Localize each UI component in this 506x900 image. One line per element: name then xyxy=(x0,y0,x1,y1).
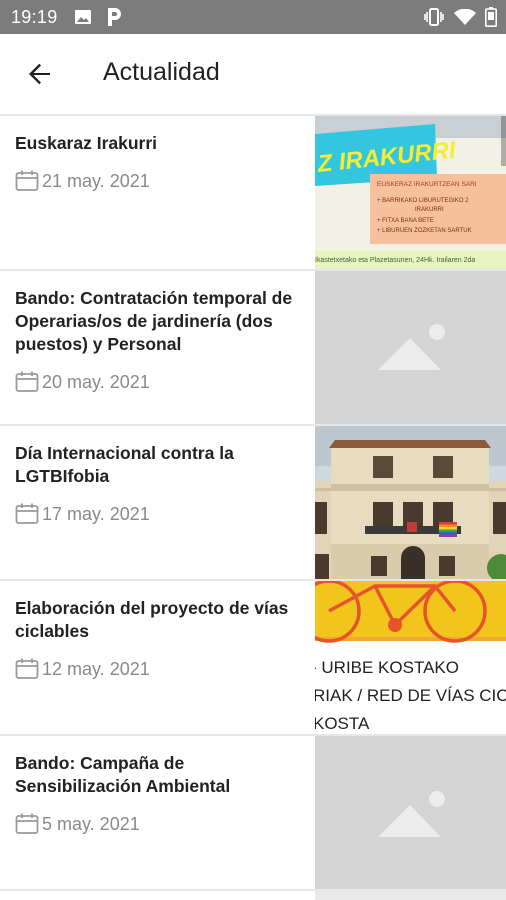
news-item[interactable]: Elaboración del proyecto de vías ciclabl… xyxy=(0,579,506,734)
image-placeholder-icon xyxy=(378,324,445,370)
bike-lane-poster: - URIBE KOSTAKO RIAK / RED DE VÍAS CIC K… xyxy=(315,581,506,734)
poster-line: + FITXA BANA BETE xyxy=(377,218,434,224)
news-thumbnail: - URIBE KOSTAKO RIAK / RED DE VÍAS CIC K… xyxy=(315,581,506,734)
news-thumbnail xyxy=(315,426,506,579)
calendar-icon xyxy=(15,170,39,191)
news-item[interactable]: Bando: Campaña de Sensibilización Ambien… xyxy=(0,734,506,889)
parking-icon xyxy=(108,8,121,26)
news-date-text: 12 may. 2021 xyxy=(42,658,150,679)
poster-text-line: KOSTA xyxy=(315,714,370,733)
calendar-icon xyxy=(15,658,39,679)
poster-text-line: - URIBE KOSTAKO xyxy=(315,658,459,677)
calendar-icon xyxy=(15,813,39,834)
news-item[interactable]: Día Internacional contra la LGTBIfobia 1… xyxy=(0,424,506,579)
news-title: Día Internacional contra la LGTBIfobia xyxy=(15,443,234,486)
wifi-icon xyxy=(454,9,476,25)
news-item[interactable]: Bando: Contratación temporal de Operaria… xyxy=(0,269,506,424)
status-bar: 19:19 xyxy=(0,0,506,34)
news-date: 21 may. 2021 xyxy=(15,170,150,192)
poster-image: Z IRAKURRI EUSKERAZ IRAKURTZEAN SARI + B… xyxy=(315,116,506,269)
news-item-partial xyxy=(0,889,506,900)
news-thumbnail-partial xyxy=(315,891,506,900)
news-title: Bando: Contratación temporal de Operaria… xyxy=(15,288,293,354)
arrow-back-icon xyxy=(29,63,50,85)
news-date: 5 may. 2021 xyxy=(15,813,140,835)
poster-line: IRAKURRI xyxy=(415,207,444,213)
news-title: Bando: Campaña de Sensibilización Ambien… xyxy=(15,753,231,796)
news-date-text: 17 may. 2021 xyxy=(42,503,150,524)
news-date-text: 20 may. 2021 xyxy=(42,371,150,392)
page-title: Actualidad xyxy=(103,58,220,86)
battery-icon xyxy=(485,7,497,27)
poster-box-title: EUSKERAZ IRAKURTZEAN SARI xyxy=(377,181,477,188)
news-thumbnail: Z IRAKURRI EUSKERAZ IRAKURTZEAN SARI + B… xyxy=(315,116,506,269)
poster-footer: Ikastetxetako eta Plazetasunen, 24Hk. Ir… xyxy=(315,257,475,264)
news-date: 12 may. 2021 xyxy=(15,658,150,680)
calendar-icon xyxy=(15,503,39,524)
town-hall-photo xyxy=(315,426,506,579)
vibrate-icon xyxy=(424,8,444,26)
news-thumbnail-placeholder xyxy=(315,271,506,424)
poster-text-line: RIAK / RED DE VÍAS CIC xyxy=(315,686,506,705)
news-thumbnail-placeholder xyxy=(315,736,506,889)
calendar-icon xyxy=(15,371,39,392)
poster-line: + BARRIKAKO LIBURUTEGIKO 2 xyxy=(377,198,469,204)
news-title: Elaboración del proyecto de vías ciclabl… xyxy=(15,598,289,641)
photo-icon xyxy=(75,10,91,24)
news-title: Euskaraz Irakurri xyxy=(15,133,158,153)
app-bar: Actualidad xyxy=(0,34,506,114)
news-date-text: 5 may. 2021 xyxy=(42,813,140,834)
news-date: 20 may. 2021 xyxy=(15,371,150,393)
image-placeholder-icon xyxy=(378,791,445,837)
news-date: 17 may. 2021 xyxy=(15,503,150,525)
poster-line: + LIBURUEN ZOZKETAN SARTUK xyxy=(377,228,472,234)
back-button[interactable] xyxy=(22,56,58,92)
news-item[interactable]: Euskaraz Irakurri 21 may. 2021 Z IRAKURR… xyxy=(0,114,506,269)
news-date-text: 21 may. 2021 xyxy=(42,170,150,191)
status-time: 19:19 xyxy=(11,7,58,27)
